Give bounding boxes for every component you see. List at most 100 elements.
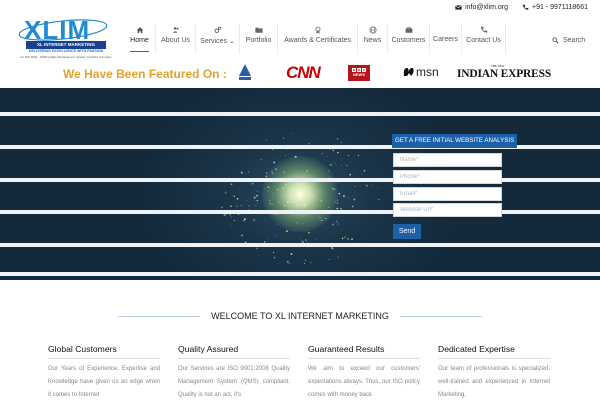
star <box>338 192 341 195</box>
feature-column: Guaranteed Results We aim to exceed our … <box>308 344 420 400</box>
star <box>332 149 335 152</box>
star <box>334 162 336 164</box>
nav-careers[interactable]: Careers <box>430 24 462 54</box>
msn-butterfly-icon <box>403 67 414 76</box>
nav-awards-label: Awards & Certificates <box>284 37 351 44</box>
star <box>256 191 258 192</box>
star <box>304 259 306 261</box>
star <box>231 225 233 226</box>
nav-home[interactable]: Home <box>124 24 156 54</box>
star <box>230 205 232 207</box>
star <box>282 137 284 139</box>
star <box>342 169 343 171</box>
star <box>347 197 350 199</box>
phone-field[interactable] <box>393 170 502 184</box>
nav-about-us[interactable]: About Us <box>156 24 196 54</box>
star <box>378 198 380 201</box>
feature-text: Our Years of Experience, Expertise and K… <box>48 366 160 398</box>
nav-home-label: Home <box>130 37 149 44</box>
send-button[interactable]: Send <box>393 224 421 239</box>
star <box>337 256 339 258</box>
nav-services[interactable]: Services ⌄ <box>196 24 240 54</box>
star <box>300 253 302 255</box>
star <box>347 237 350 240</box>
sbs-logo-icon[interactable] <box>238 63 252 81</box>
star <box>255 204 257 206</box>
star <box>291 263 293 264</box>
star <box>230 183 232 185</box>
star <box>330 246 333 249</box>
star <box>341 237 344 240</box>
galaxy-glow <box>262 156 338 232</box>
email-field[interactable] <box>393 187 502 201</box>
nav-awards[interactable]: Awards & Certificates <box>278 24 358 54</box>
feature-column: Quality Assured Our Services are ISO 900… <box>178 344 290 400</box>
star <box>364 226 366 228</box>
star <box>348 154 350 156</box>
star <box>354 185 356 188</box>
star <box>336 137 339 140</box>
website-url-field[interactable] <box>393 203 502 217</box>
nav-search[interactable]: Search <box>552 37 585 44</box>
nav-portfolio[interactable]: Portfolio <box>240 24 278 54</box>
feature-column: Global Customers Our Years of Experience… <box>48 344 160 400</box>
nav-contact-label: Contact Us <box>466 37 501 44</box>
star <box>372 185 373 186</box>
star <box>233 195 235 197</box>
star <box>240 171 243 174</box>
star <box>241 234 243 237</box>
star <box>285 155 286 157</box>
featured-heading: We Have Been Featured On : <box>63 67 227 81</box>
star <box>254 219 256 221</box>
star <box>348 186 349 188</box>
site-logo[interactable]: XLIM XL INTERNET MARKETING DELIVERING EX… <box>16 15 112 65</box>
logo-subtitle: XL INTERNET MARKETING <box>26 41 106 49</box>
star <box>343 236 346 239</box>
nav-news[interactable]: News <box>358 24 388 54</box>
heading-divider-left <box>118 316 200 317</box>
star <box>351 205 354 208</box>
star <box>229 214 231 216</box>
star <box>256 199 258 202</box>
star <box>337 223 339 225</box>
email-text: info@xlim.org <box>465 4 508 11</box>
email-contact[interactable]: info@xlim.org <box>455 4 508 11</box>
msn-logo[interactable]: msn <box>402 65 439 79</box>
star <box>349 173 352 176</box>
chevron-down-icon: ⌄ <box>228 38 235 45</box>
star <box>260 159 262 161</box>
envelope-icon <box>455 5 462 10</box>
nav-customers[interactable]: Customers <box>388 24 430 54</box>
star <box>298 237 300 239</box>
logo-tagline: DELIVERING EXCELLENCE WITH PASSION <box>28 49 104 53</box>
msn-word: msn <box>416 65 439 79</box>
name-field[interactable] <box>393 153 502 167</box>
star <box>253 196 256 199</box>
star <box>351 238 353 241</box>
star <box>301 240 303 242</box>
feature-title: Quality Assured <box>178 344 290 359</box>
star <box>290 253 293 255</box>
feature-columns: Global Customers Our Years of Experience… <box>48 344 550 400</box>
star <box>256 202 258 204</box>
star <box>328 258 330 260</box>
star <box>363 169 366 172</box>
star <box>236 205 238 207</box>
heading-divider-right <box>400 316 482 317</box>
star <box>326 156 328 157</box>
phone-contact[interactable]: +91 - 9971118661 <box>522 4 588 11</box>
cnn-logo[interactable]: CNN <box>286 63 321 83</box>
bbc-news-logo[interactable]: BBC NEWS <box>348 65 370 81</box>
star <box>304 262 306 264</box>
indian-express-logo[interactable]: THE NEW INDIAN EXPRESS <box>457 64 551 80</box>
main-nav: Home About Us Services ⌄ Portfolio Award… <box>124 24 585 54</box>
star <box>335 220 338 223</box>
star <box>343 195 345 197</box>
star <box>276 235 277 236</box>
star <box>251 182 254 185</box>
nav-contact-us[interactable]: Contact Us <box>462 24 506 54</box>
phone-icon <box>480 26 487 33</box>
nav-careers-label: Careers <box>433 35 458 43</box>
star <box>310 262 312 264</box>
star <box>335 207 338 209</box>
